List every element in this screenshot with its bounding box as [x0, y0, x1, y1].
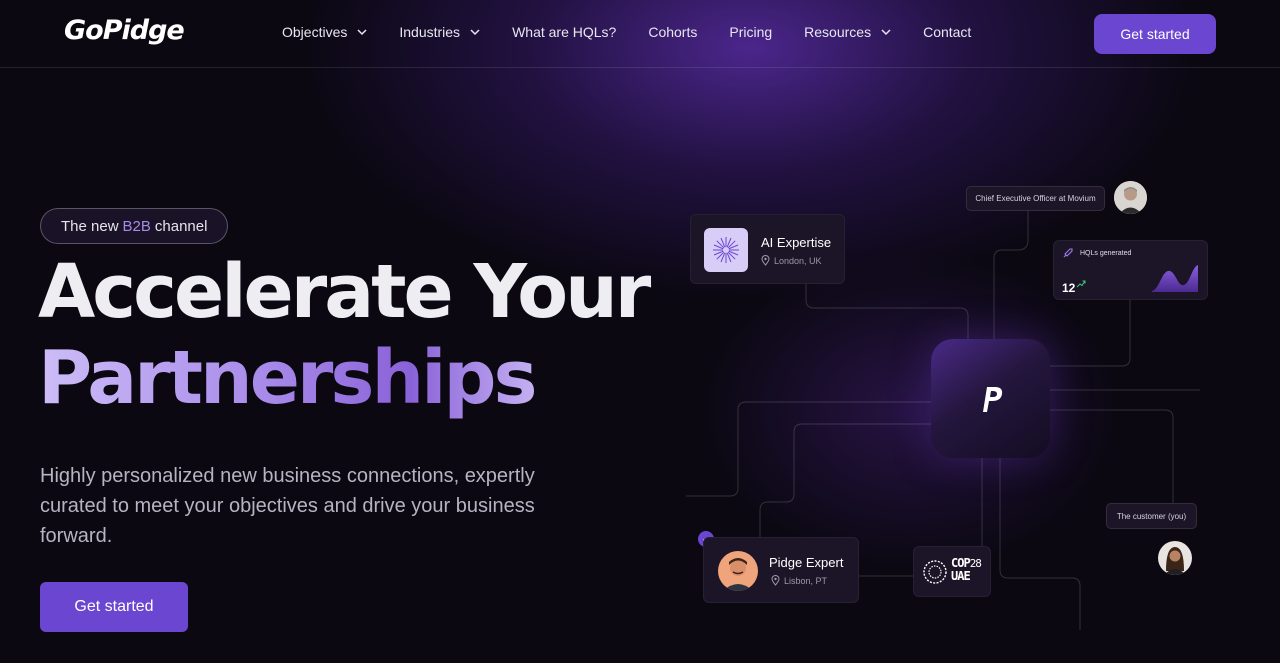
- hero-title-line-1: Accelerate Your: [38, 249, 651, 335]
- ceo-avatar: [1114, 181, 1147, 214]
- location-text: Lisbon, PT: [784, 575, 828, 586]
- starburst-icon: [704, 228, 748, 272]
- main-menu: Objectives Industries What are HQLs? Coh…: [282, 24, 971, 40]
- nav-item-label: Pricing: [729, 24, 773, 40]
- nav-item-resources[interactable]: Resources: [804, 24, 891, 40]
- trend-up-icon: [1076, 280, 1086, 288]
- cop-text: COP: [951, 556, 971, 570]
- chevron-down-icon: [470, 29, 480, 36]
- nav-item-cohorts[interactable]: Cohorts: [648, 24, 697, 40]
- nav-item-label: Resources: [804, 24, 872, 40]
- uae-text: UAE: [951, 569, 971, 583]
- badge-highlight: B2B: [122, 217, 151, 235]
- expert-avatar: [718, 551, 758, 591]
- pidge-expert-card: Pidge Expert Lisbon, PT: [703, 537, 859, 603]
- hqls-value: 12: [1062, 281, 1076, 295]
- globe-icon: [923, 560, 947, 584]
- expert-card-title: Pidge Expert: [769, 555, 844, 570]
- hqls-generated-card: HQLs generated 12: [1053, 240, 1208, 300]
- ai-expertise-card: AI Expertise London, UK: [690, 214, 845, 284]
- hero-get-started-button[interactable]: Get started: [40, 582, 188, 632]
- nav-item-label: Cohorts: [648, 24, 698, 40]
- customer-label: The customer (you): [1106, 503, 1197, 529]
- rocket-icon: [1063, 248, 1073, 258]
- chevron-down-icon: [881, 29, 891, 36]
- nav-item-label: Industries: [399, 24, 461, 40]
- expert-card-location: Lisbon, PT: [771, 575, 827, 586]
- nav-item-objectives[interactable]: Objectives: [282, 24, 367, 40]
- nav-item-industries[interactable]: Industries: [399, 24, 480, 40]
- ceo-label: Chief Executive Officer at Movium: [966, 186, 1105, 211]
- badge-prefix: The new: [61, 217, 119, 235]
- logo[interactable]: GoPidge: [64, 15, 185, 46]
- location-pin-icon: [771, 575, 780, 586]
- cop28-logo-text: COP28 UAE: [951, 556, 982, 583]
- nav-item-label: What are HQLs?: [512, 24, 617, 40]
- nav-item-label: Objectives: [282, 24, 348, 40]
- location-text: London, UK: [774, 255, 822, 266]
- nav-item-hqls[interactable]: What are HQLs?: [512, 24, 616, 40]
- nav-item-label: Contact: [923, 24, 972, 40]
- hero-badge: The new B2B channel: [40, 208, 229, 244]
- pidge-logo-icon: [982, 386, 1002, 412]
- hqls-label: HQLs generated: [1080, 250, 1132, 257]
- nav-get-started-button[interactable]: Get started: [1094, 14, 1216, 54]
- badge-suffix: channel: [154, 217, 208, 235]
- hero-title-line-2: Partnerships: [38, 335, 538, 421]
- cop-number: 28: [969, 557, 982, 570]
- hqls-area-chart: [1152, 265, 1198, 292]
- pidge-logo-tile: [931, 339, 1050, 458]
- location-pin-icon: [761, 255, 770, 266]
- hero-subtitle: Highly personalized new business connect…: [40, 465, 535, 547]
- nav-item-contact[interactable]: Contact: [923, 24, 971, 40]
- nav-item-pricing[interactable]: Pricing: [729, 24, 772, 40]
- cop28-event-card: COP28 UAE: [913, 546, 991, 597]
- top-navigation: GoPidge Objectives Industries What are H…: [0, 0, 1280, 68]
- ai-card-location: London, UK: [761, 255, 822, 266]
- chevron-down-icon: [357, 29, 367, 36]
- ai-card-title: AI Expertise: [761, 235, 832, 250]
- customer-avatar: [1158, 541, 1192, 575]
